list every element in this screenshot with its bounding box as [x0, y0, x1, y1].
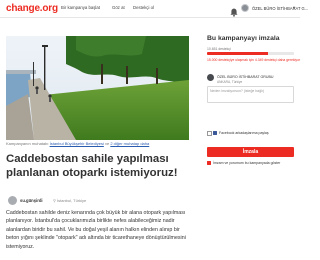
sign-panel-title: Bu kampanyayı imzala	[207, 35, 280, 42]
bell-icon[interactable]	[230, 4, 238, 17]
location-pin-icon: ⚲	[53, 197, 56, 203]
progress-label: 15.000 destekçiye ulaşmak için 4.349 des…	[207, 58, 301, 62]
facebook-share-label: Facebook arkadaşlarıma paylaş	[219, 131, 269, 136]
user-menu-name[interactable]: ÖZEL BÜRO İSTİHBARAT G...	[252, 6, 308, 11]
chevron-down-icon[interactable]: ▾	[293, 5, 295, 11]
top-navigation-bar: change.org Bir kampanya başlat Göz at De…	[0, 0, 308, 18]
sign-button[interactable]: İmzala	[207, 147, 294, 157]
comment-textarea[interactable]: Neden imzalıyorsun? (isteğe bağlı)	[207, 86, 294, 103]
signature-count: 10.651 destekçi	[207, 47, 231, 51]
signer-avatar	[207, 74, 214, 81]
nav-start-petition[interactable]: Bir kampanya başlat	[61, 5, 100, 10]
author-avatar[interactable]	[8, 196, 17, 205]
petition-body: Caddebostan sahilde deniz kenarında çok …	[6, 210, 186, 250]
progress-fill	[207, 52, 268, 55]
signer-location: ANKARA, Türkiye	[217, 80, 243, 84]
facebook-icon	[213, 131, 217, 135]
change-org-logo[interactable]: change.org	[6, 3, 58, 14]
facebook-share-checkbox[interactable]	[207, 131, 212, 136]
petition-hero-image	[6, 36, 189, 140]
nav-browse[interactable]: Göz at	[112, 5, 125, 10]
signer-info: ÖZEL BÜRO İSTİHBARAT GRUBU ANKARA, Türki…	[207, 69, 294, 103]
more-targets-link[interactable]: 2 diğer muhatap daha	[110, 141, 149, 146]
nav-become-member[interactable]: Destekçi ol	[133, 5, 154, 10]
display-signature-option[interactable]: İmzam ve yorumum bu kampanyada göster	[207, 161, 294, 167]
user-avatar[interactable]	[241, 4, 249, 12]
signature-progress-bar	[207, 52, 294, 55]
petition-title: Caddebostan sahile yapılması planlanan o…	[6, 153, 178, 179]
target-link[interactable]: İstanbul Büyükşehir Belediyesi	[50, 141, 104, 146]
author-name[interactable]: su.günşirdi	[20, 198, 43, 203]
signer-name: ÖZEL BÜRO İSTİHBARAT GRUBU	[217, 75, 274, 79]
petition-target-caption: Kampanyanın muhatabı İstanbul Büyükşehir…	[6, 141, 149, 146]
author-location: İstanbul, Türkiye	[57, 198, 87, 203]
display-signature-label: İmzam ve yorumum bu kampanyada göster	[213, 161, 281, 166]
display-signature-checkbox[interactable]	[207, 161, 211, 165]
facebook-share-option[interactable]: Facebook arkadaşlarıma paylaş	[207, 130, 294, 138]
caption-prefix: Kampanyanın muhatabı	[6, 141, 50, 146]
